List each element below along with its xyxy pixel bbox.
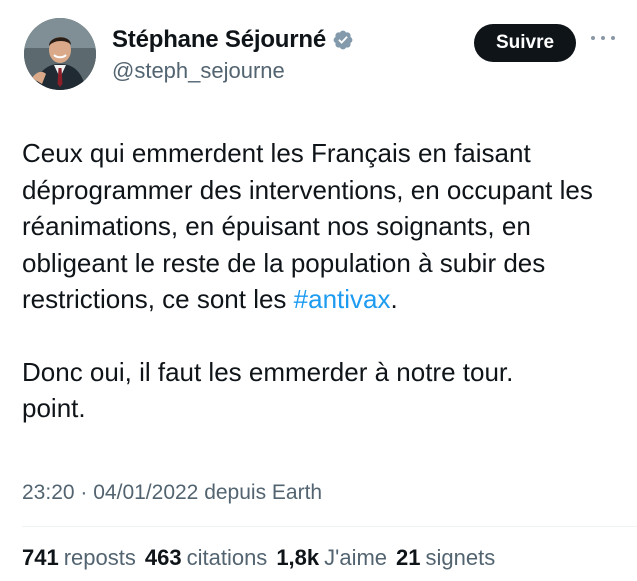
quotes-count: 463 — [144, 545, 182, 570]
verified-badge-icon — [332, 29, 354, 51]
bookmarks-count: 21 — [396, 545, 421, 570]
hashtag-link[interactable]: #antivax — [294, 284, 391, 314]
reposts-count: 741 — [22, 545, 59, 570]
reposts-stat[interactable]: 741 reposts — [22, 545, 136, 571]
tweet-paragraph-2-line1: Donc oui, il faut les emmerder à notre t… — [22, 356, 514, 387]
follow-button[interactable]: Suivre — [474, 24, 576, 62]
tweet-date[interactable]: 04/01/2022 — [93, 481, 198, 504]
display-name[interactable]: Stéphane Séjourné — [112, 26, 326, 54]
reposts-label: reposts — [63, 545, 136, 570]
avatar-portrait-icon — [24, 18, 96, 90]
likes-count: 1,8k — [276, 545, 320, 570]
tweet-paragraph-1: Ceux qui emmerdent les Français en faisa… — [22, 135, 622, 318]
divider — [22, 526, 637, 527]
tweet-text-part1-end: . — [390, 284, 398, 314]
more-dot — [601, 36, 605, 40]
author-name-row[interactable]: Stéphane Séjourné — [112, 26, 354, 54]
likes-stat[interactable]: 1,8k J'aime — [276, 545, 387, 571]
tweet-source: depuis Earth — [204, 481, 323, 504]
author-handle[interactable]: @steph_sejourne — [112, 58, 285, 84]
bookmarks-stat[interactable]: 21 signets — [396, 545, 495, 571]
tweet-time[interactable]: 23:20 — [22, 481, 75, 504]
meta-separator: · — [80, 481, 88, 504]
avatar[interactable] — [24, 18, 96, 90]
quotes-stat[interactable]: 463 citations — [145, 545, 267, 571]
tweet-paragraph-2-line2: point. — [22, 393, 86, 423]
more-dot — [611, 36, 615, 40]
tweet-stats: 741 reposts 463 citations 1,8k J'aime 21… — [22, 545, 498, 571]
quotes-label: citations — [186, 545, 268, 570]
more-horizontal-icon[interactable] — [591, 32, 615, 44]
tweet-meta: 23:20 · 04/01/2022 depuis Earth — [22, 481, 322, 505]
more-dot — [591, 36, 595, 40]
tweet-card: Stéphane Séjourné @steph_sejourne Suivre… — [0, 0, 637, 581]
tweet-text: Ceux qui emmerdent les Français en faisa… — [22, 135, 622, 427]
bookmarks-label: signets — [425, 545, 496, 570]
likes-label: J'aime — [324, 545, 388, 570]
